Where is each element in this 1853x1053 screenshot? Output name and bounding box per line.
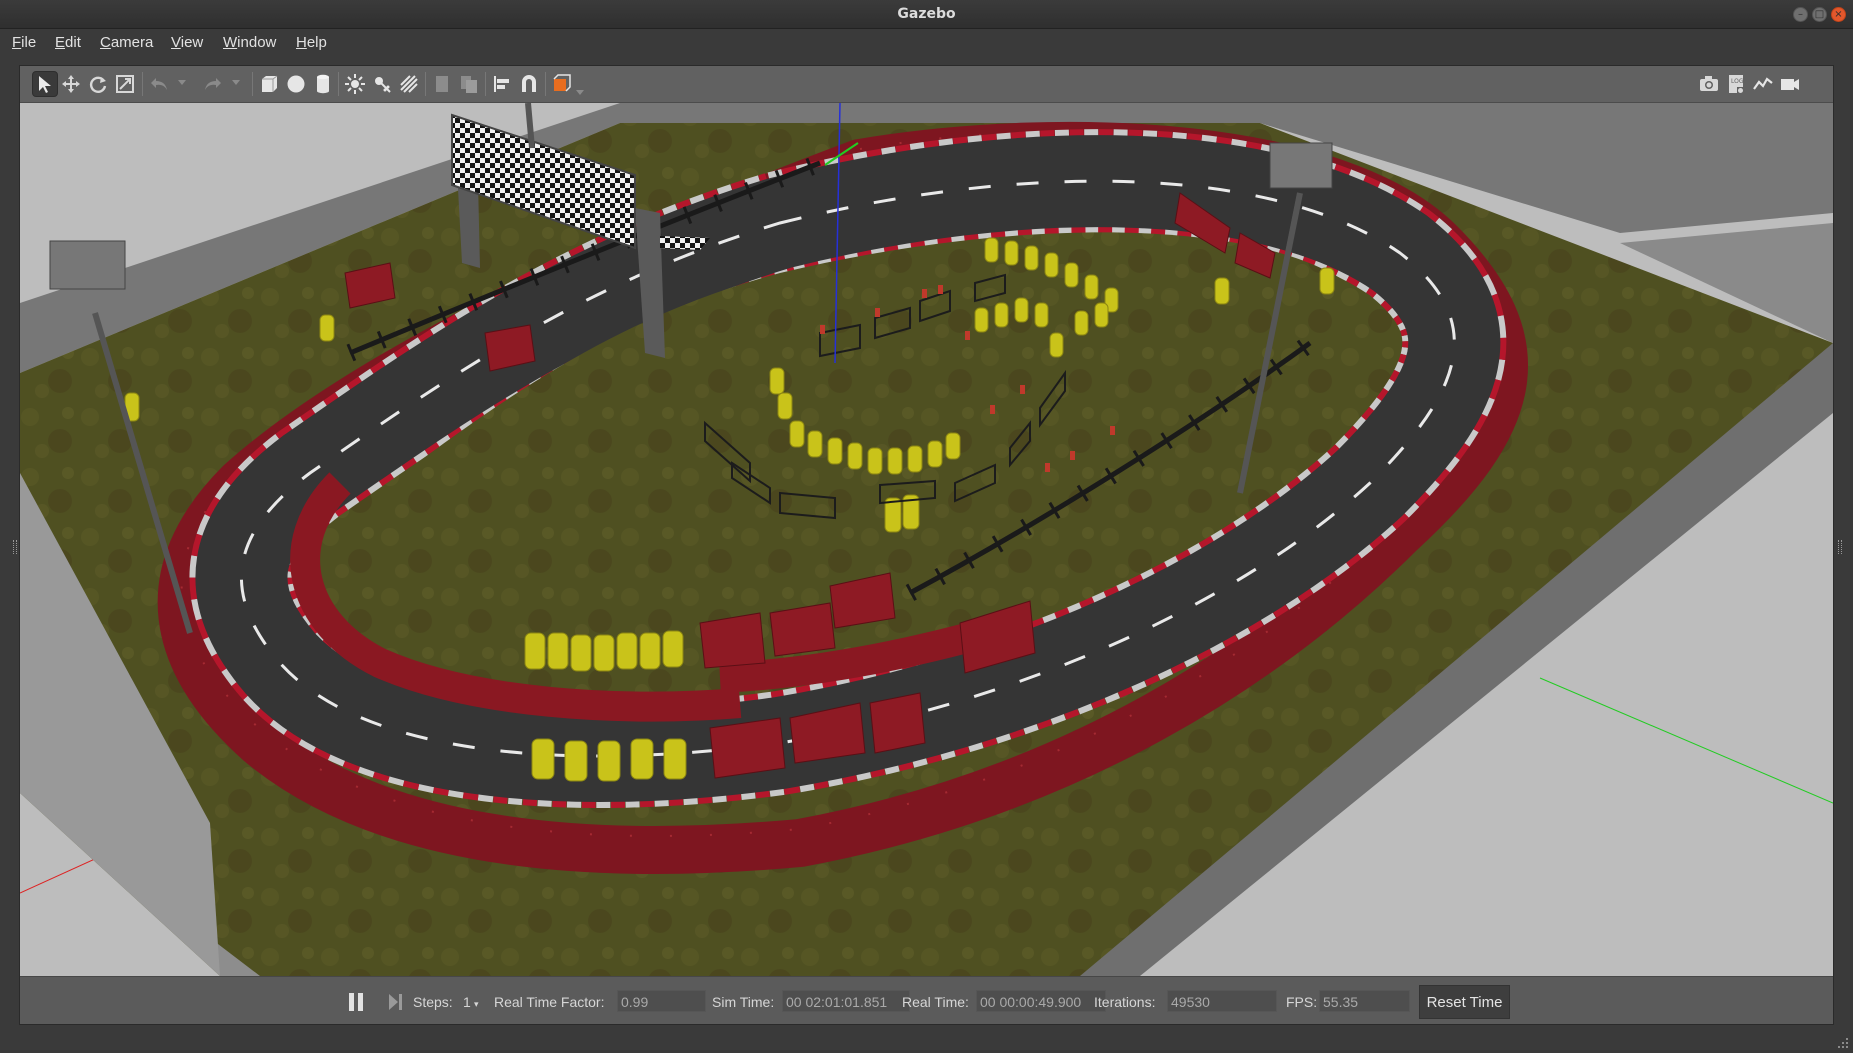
menu-view[interactable]: View — [171, 34, 203, 51]
iterations-field: 49530 — [1167, 990, 1277, 1012]
menu-bar: File Edit Camera View Window Help — [0, 29, 1853, 57]
spot-light-icon[interactable] — [369, 71, 395, 97]
rtf-label: Real Time Factor: — [494, 994, 605, 1010]
redo-history-arrow[interactable] — [232, 80, 240, 85]
translate-mode-icon[interactable] — [58, 71, 84, 97]
scale-mode-icon[interactable] — [112, 71, 138, 97]
directional-light-icon[interactable] — [396, 71, 422, 97]
redo-icon[interactable] — [200, 71, 226, 97]
sphere-shape-icon[interactable] — [283, 71, 309, 97]
select-mode-icon[interactable] — [32, 71, 58, 97]
record-video-icon[interactable] — [1777, 71, 1803, 97]
cylinder-shape-icon[interactable] — [310, 71, 336, 97]
minimize-button[interactable]: – — [1793, 7, 1808, 22]
3d-viewport[interactable] — [20, 103, 1833, 976]
rotate-mode-icon[interactable] — [85, 71, 111, 97]
plot-icon[interactable] — [1750, 71, 1776, 97]
step-button[interactable] — [388, 993, 404, 1011]
log-icon[interactable]: LOG — [1723, 71, 1749, 97]
menu-window[interactable]: Window — [223, 34, 276, 51]
svg-text:LOG: LOG — [1731, 78, 1744, 85]
change-view-icon[interactable] — [549, 71, 575, 97]
menu-camera[interactable]: Camera — [100, 34, 153, 51]
menu-edit[interactable]: Edit — [55, 34, 81, 51]
right-panel-handle[interactable] — [1838, 540, 1842, 554]
window-title: Gazebo — [897, 6, 956, 22]
real-time-field: 00 00:00:49.900 — [976, 990, 1106, 1012]
time-panel: Steps: 1 ▾ Real Time Factor: 0.99 Sim Ti… — [20, 976, 1833, 1024]
maximize-button[interactable]: □ — [1812, 7, 1827, 22]
title-bar: Gazebo – □ × — [0, 0, 1853, 29]
menu-help[interactable]: Help — [296, 34, 327, 51]
real-time-label: Real Time: — [902, 994, 969, 1010]
fps-label: FPS: — [1286, 994, 1318, 1010]
toolbar: LOG — [20, 66, 1833, 103]
steps-dropdown-icon[interactable]: ▾ — [474, 999, 479, 1010]
box-shape-icon[interactable] — [256, 71, 282, 97]
resize-grip-icon[interactable] — [1837, 1037, 1849, 1049]
fps-field: 55.35 — [1319, 990, 1410, 1012]
paste-icon[interactable] — [456, 71, 482, 97]
point-light-icon[interactable] — [342, 71, 368, 97]
steps-value[interactable]: 1 — [463, 994, 471, 1010]
align-icon[interactable] — [489, 71, 515, 97]
menu-file[interactable]: File — [12, 34, 36, 51]
snap-icon[interactable] — [516, 71, 542, 97]
close-button[interactable]: × — [1831, 7, 1846, 22]
change-view-arrow[interactable] — [576, 90, 584, 95]
sim-time-field: 00 02:01:01.851 — [782, 990, 910, 1012]
undo-history-arrow[interactable] — [178, 80, 186, 85]
undo-icon[interactable] — [146, 71, 172, 97]
pause-button[interactable] — [349, 993, 365, 1011]
rtf-field: 0.99 — [617, 990, 706, 1012]
sim-time-label: Sim Time: — [712, 994, 775, 1010]
steps-label: Steps: — [413, 994, 453, 1010]
iterations-label: Iterations: — [1094, 994, 1156, 1010]
race-track-scene — [20, 103, 1833, 976]
reset-time-button[interactable]: Reset Time — [1419, 985, 1510, 1019]
copy-icon[interactable] — [429, 71, 455, 97]
gazebo-window: Gazebo – □ × File Edit Camera View Windo… — [0, 0, 1853, 1053]
screenshot-icon[interactable] — [1696, 71, 1722, 97]
left-panel-handle[interactable] — [13, 540, 17, 554]
